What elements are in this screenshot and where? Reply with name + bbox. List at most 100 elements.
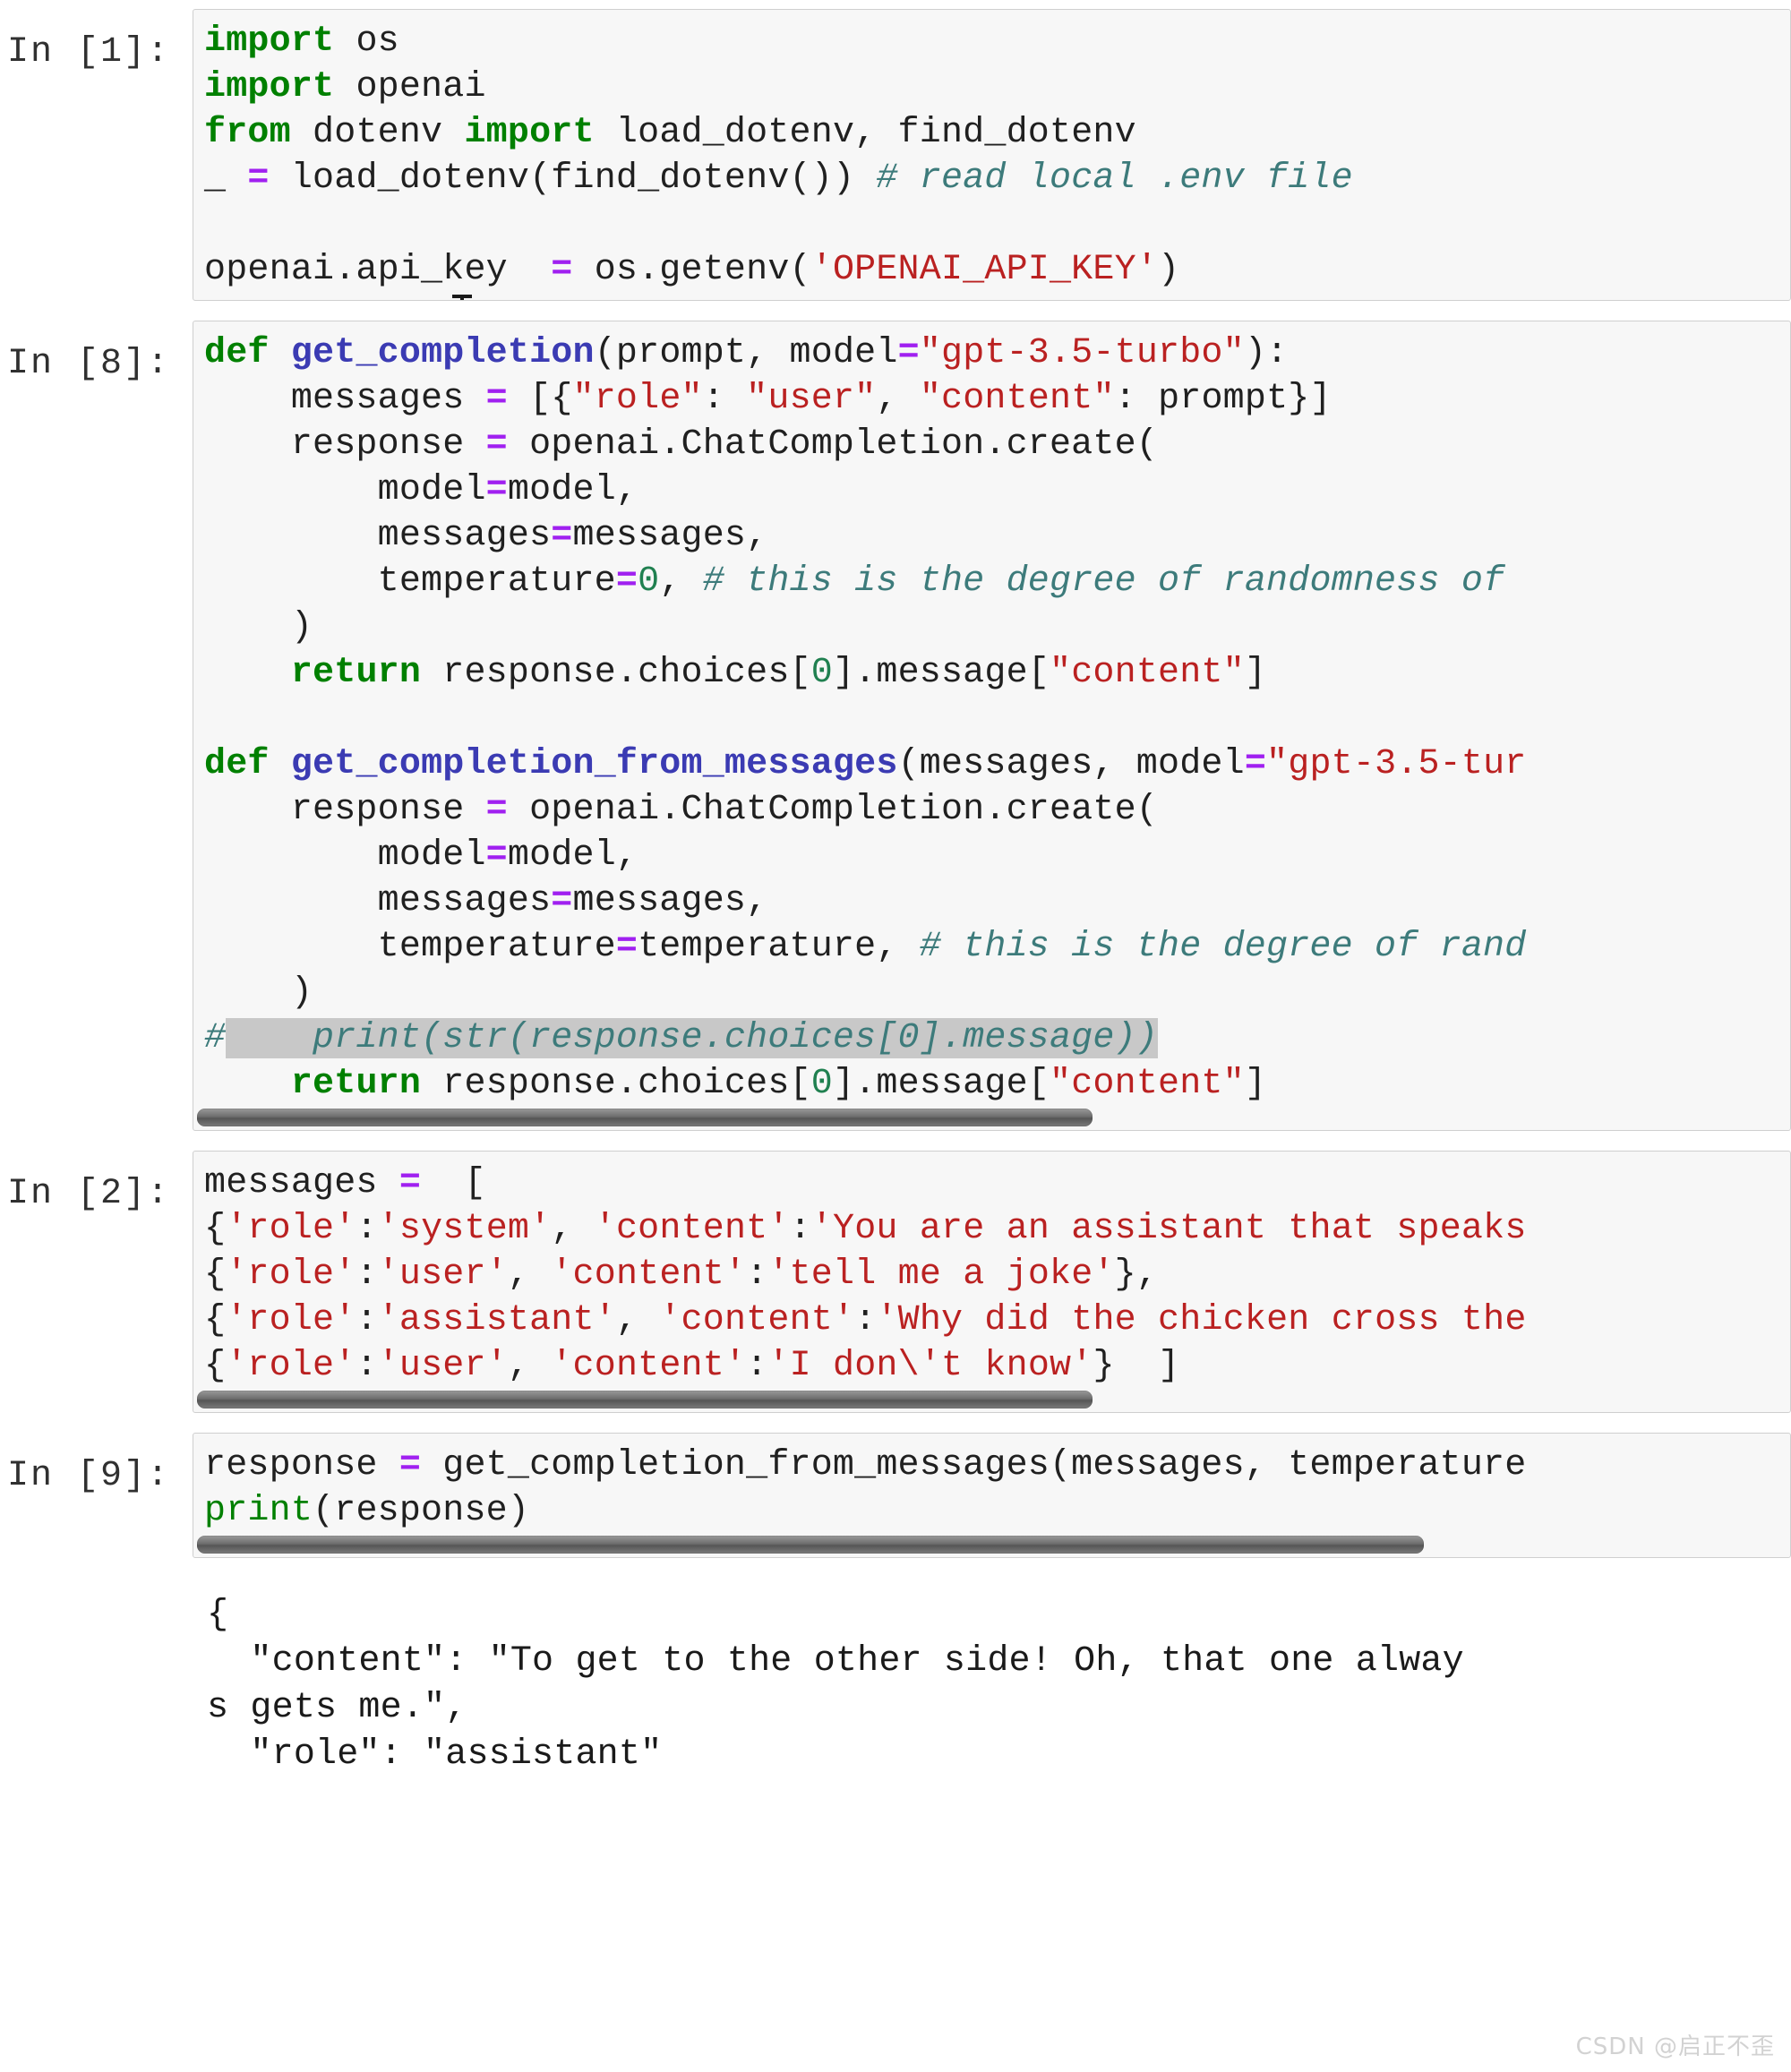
code-token: 0 (810, 653, 833, 693)
code-token: model, (507, 470, 638, 510)
notebook-cell: { "content": "To get to the other side! … (0, 1578, 1791, 1778)
code-token: 0 (638, 561, 660, 602)
code-line: _ = load_dotenv(find_dotenv()) # read lo… (204, 156, 1790, 201)
code-line: return response.choices[0].message["cont… (204, 1061, 1790, 1107)
code-token: = (485, 790, 508, 830)
code-line: messages=messages, (204, 878, 1790, 924)
code-token: import (464, 113, 595, 153)
code-line: openai.api_key = os.getenv('OPENAI_API_K… (204, 247, 1790, 293)
code-token: "role" (572, 379, 703, 419)
code-line: response = openai.ChatCompletion.create( (204, 422, 1790, 467)
code-text[interactable]: response = get_completion_from_messages(… (193, 1434, 1790, 1541)
cell-prompt-label: In [9]: (7, 1456, 171, 1496)
code-token: # read local .env file (876, 158, 1353, 199)
code-token: = (551, 516, 573, 556)
horizontal-scrollbar[interactable] (197, 1536, 1424, 1554)
code-text[interactable]: import os import openai from dotenv import… (193, 10, 1790, 300)
code-token: openai.api_key (204, 250, 552, 290)
code-token: 'user' (377, 1254, 508, 1295)
code-token: : (356, 1209, 378, 1249)
code-line: messages = [ (204, 1160, 1790, 1206)
code-token: def (204, 744, 270, 784)
code-input-area[interactable]: response = get_completion_from_messages(… (193, 1433, 1791, 1558)
code-token: messages (204, 881, 552, 921)
code-token: import (204, 67, 335, 107)
code-token: 'OPENAI_API_KEY' (810, 250, 1158, 290)
code-line: return response.choices[0].message["cont… (204, 650, 1790, 696)
code-token: = (615, 927, 638, 967)
code-token: : (702, 379, 747, 419)
code-token: "user" (746, 379, 877, 419)
code-token: = (551, 881, 573, 921)
code-token: , (507, 1346, 552, 1386)
code-token: _ (204, 158, 248, 199)
code-token: "content" (1050, 653, 1245, 693)
code-token: 'content' (551, 1254, 747, 1295)
code-token: messages, (572, 516, 768, 556)
code-line: response = get_completion_from_messages(… (204, 1443, 1790, 1488)
code-token: print(str(response.choices[0].message)) (226, 1018, 1158, 1058)
code-token: 'assistant' (377, 1300, 616, 1340)
code-line: {'role':'user', 'content':'tell me a jok… (204, 1252, 1790, 1297)
code-token: response.choices[ (421, 1064, 811, 1104)
code-token: get_completion (290, 333, 595, 373)
code-token: 'content' (551, 1346, 747, 1386)
code-token: { (204, 1209, 227, 1249)
code-token: = (485, 424, 508, 465)
code-token: response (204, 424, 486, 465)
code-line: import openai (204, 64, 1790, 110)
horizontal-scrollbar[interactable] (197, 1109, 1093, 1126)
code-line: model=model, (204, 467, 1790, 513)
code-token: = (551, 250, 573, 290)
code-token: , (507, 1254, 552, 1295)
code-token: : (746, 1346, 768, 1386)
code-token: temperature (204, 927, 616, 967)
code-token: import (204, 21, 335, 62)
code-line: import os (204, 19, 1790, 64)
code-line: {'role':'user', 'content':'I don\'t know… (204, 1343, 1790, 1389)
code-line: temperature=0, # this is the degree of r… (204, 559, 1790, 604)
code-token: = (398, 1445, 422, 1486)
code-token: model (204, 835, 486, 876)
code-token: ) (204, 607, 313, 647)
code-token: ].message[ (832, 653, 1050, 693)
code-text[interactable]: messages = [{'role':'system', 'content':… (193, 1152, 1790, 1396)
text-cursor-ibeam (452, 295, 472, 300)
code-token: # (204, 1018, 227, 1058)
code-token: return (290, 653, 422, 693)
code-token: model (204, 470, 486, 510)
code-token: return (290, 1064, 422, 1104)
code-token: [ (421, 1163, 486, 1203)
code-line: ) (204, 970, 1790, 1015)
code-token: 'content' (594, 1209, 790, 1249)
code-token: [{ (507, 379, 573, 419)
code-input-area[interactable]: messages = [{'role':'system', 'content':… (193, 1151, 1791, 1413)
code-line: # print(str(response.choices[0].message)… (204, 1015, 1790, 1061)
code-line: ) (204, 604, 1790, 650)
code-token: os (334, 21, 399, 62)
cell-prompt-label: In [1]: (7, 32, 171, 73)
code-token: : (356, 1346, 378, 1386)
code-line: def get_completion(prompt, model="gpt-3.… (204, 330, 1790, 376)
code-token: { (204, 1346, 227, 1386)
csdn-watermark: CSDN @启正不歪 (1575, 2033, 1775, 2060)
code-token: = (247, 158, 270, 199)
code-token: ): (1244, 333, 1289, 373)
code-input-area[interactable]: import os import openai from dotenv import… (193, 9, 1791, 301)
code-line: from dotenv import load_dotenv, find_dot… (204, 110, 1790, 156)
code-token: { (204, 1254, 227, 1295)
code-token: : prompt}] (1114, 379, 1332, 419)
code-token: 'tell me a joke' (767, 1254, 1115, 1295)
code-line: def get_completion_from_messages(message… (204, 741, 1790, 787)
code-token: : (356, 1300, 378, 1340)
code-token: response.choices[ (421, 653, 811, 693)
horizontal-scrollbar[interactable] (197, 1391, 1093, 1408)
cell-prompt-label (0, 1578, 193, 1601)
code-text[interactable]: def get_completion(prompt, model="gpt-3.… (193, 321, 1790, 1114)
code-line: messages = [{"role": "user", "content": … (204, 376, 1790, 422)
code-token: get_completion_from_messages(messages, t… (421, 1445, 1527, 1486)
code-token: messages, (572, 881, 768, 921)
cell-prompt-label: In [8]: (7, 344, 171, 384)
code-input-area[interactable]: def get_completion(prompt, model="gpt-3.… (193, 321, 1791, 1131)
